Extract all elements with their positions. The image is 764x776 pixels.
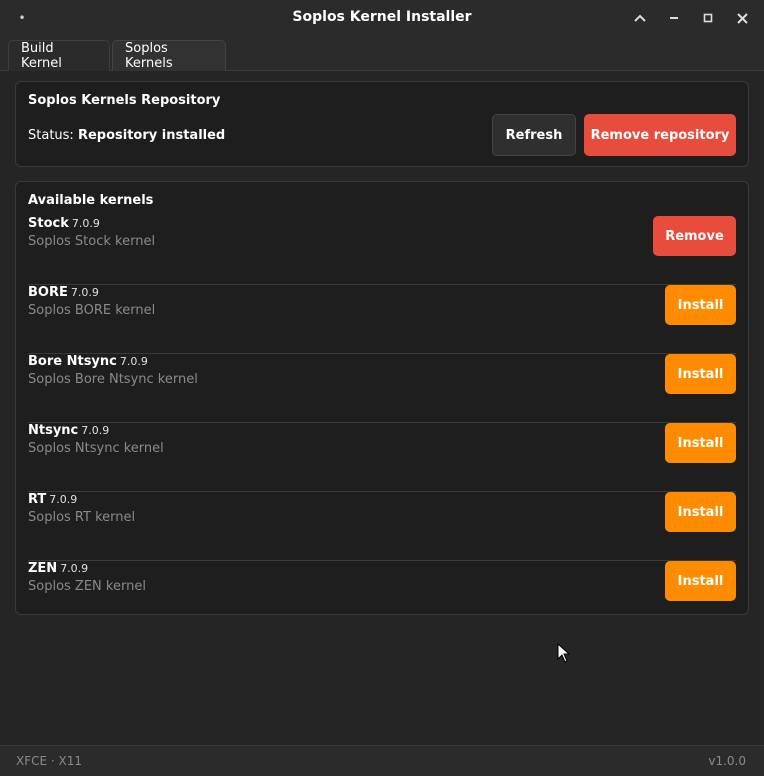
kernel-description: Soplos Bore Ntsync kernel — [28, 372, 198, 387]
install-kernel-button[interactable]: Install — [665, 561, 736, 601]
tab-soplos-kernels[interactable]: Soplos Kernels — [112, 40, 226, 71]
kernel-version: 7.0.9 — [119, 355, 148, 368]
maximize-button[interactable] — [698, 8, 718, 28]
install-kernel-button[interactable]: Install — [665, 492, 736, 532]
chevron-up-icon — [634, 14, 646, 22]
tab-build-kernel[interactable]: Build Kernel — [8, 40, 110, 71]
shade-button[interactable] — [664, 8, 684, 28]
environment-label: XFCE · X11 — [16, 754, 83, 768]
minimize-button[interactable] — [630, 8, 650, 28]
repository-card: Soplos Kernels Repository Status: Reposi… — [15, 81, 749, 167]
kernel-row-rt: RT 7.0.9 Soplos RT kernel Install — [28, 492, 736, 561]
remove-kernel-button[interactable]: Remove — [653, 216, 736, 256]
version-label: v1.0.0 — [708, 754, 746, 768]
kernel-row-bore: BORE 7.0.9 Soplos BORE kernel Install — [28, 285, 736, 354]
close-icon — [736, 12, 748, 24]
kernel-row-zen: ZEN 7.0.9 Soplos ZEN kernel Install — [28, 561, 736, 630]
close-button[interactable] — [732, 8, 752, 28]
kernel-name: Ntsync 7.0.9 — [28, 423, 110, 438]
install-kernel-button[interactable]: Install — [665, 285, 736, 325]
repository-title: Soplos Kernels Repository — [28, 93, 221, 108]
kernel-version: 7.0.9 — [70, 286, 99, 299]
kernels-title: Available kernels — [28, 193, 154, 208]
repository-status: Status: Repository installed — [28, 128, 225, 143]
install-kernel-button[interactable]: Install — [665, 354, 736, 394]
status-label: Status: — [28, 128, 74, 143]
kernel-version: 7.0.9 — [71, 217, 100, 230]
title-bar: • Soplos Kernel Installer — [0, 0, 764, 36]
tab-content: Soplos Kernels Repository Status: Reposi… — [0, 71, 764, 745]
kernel-description: Soplos BORE kernel — [28, 303, 156, 318]
remove-repository-button[interactable]: Remove repository — [584, 114, 736, 156]
kernel-name: Stock 7.0.9 — [28, 216, 100, 231]
kernel-description: Soplos ZEN kernel — [28, 579, 146, 594]
status-bar: XFCE · X11 v1.0.0 — [0, 745, 764, 776]
kernel-row-bore-ntsync: Bore Ntsync 7.0.9 Soplos Bore Ntsync kern… — [28, 354, 736, 423]
kernel-name: Bore Ntsync 7.0.9 — [28, 354, 148, 369]
kernel-name: BORE 7.0.9 — [28, 285, 99, 300]
kernel-description: Soplos Ntsync kernel — [28, 441, 164, 456]
kernel-row-ntsync: Ntsync 7.0.9 Soplos Ntsync kernel Install — [28, 423, 736, 492]
kernel-version: 7.0.9 — [60, 562, 89, 575]
kernel-description: Soplos Stock kernel — [28, 234, 156, 249]
maximize-icon — [703, 13, 713, 23]
minimize-icon — [670, 17, 678, 19]
tab-bar: Build Kernel Soplos Kernels — [0, 36, 764, 71]
kernel-version: 7.0.9 — [81, 424, 110, 437]
mouse-cursor-icon — [557, 643, 571, 663]
kernel-name: RT 7.0.9 — [28, 492, 78, 507]
refresh-button[interactable]: Refresh — [492, 114, 576, 156]
kernel-version: 7.0.9 — [49, 493, 78, 506]
status-value: Repository installed — [77, 128, 226, 143]
kernel-name: ZEN 7.0.9 — [28, 561, 89, 576]
kernels-card: Available kernels Stock 7.0.9 Soplos Stoc… — [15, 181, 749, 615]
kernel-description: Soplos RT kernel — [28, 510, 136, 525]
install-kernel-button[interactable]: Install — [665, 423, 736, 463]
kernel-row-stock: Stock 7.0.9 Soplos Stock kernel Remove — [28, 216, 736, 285]
